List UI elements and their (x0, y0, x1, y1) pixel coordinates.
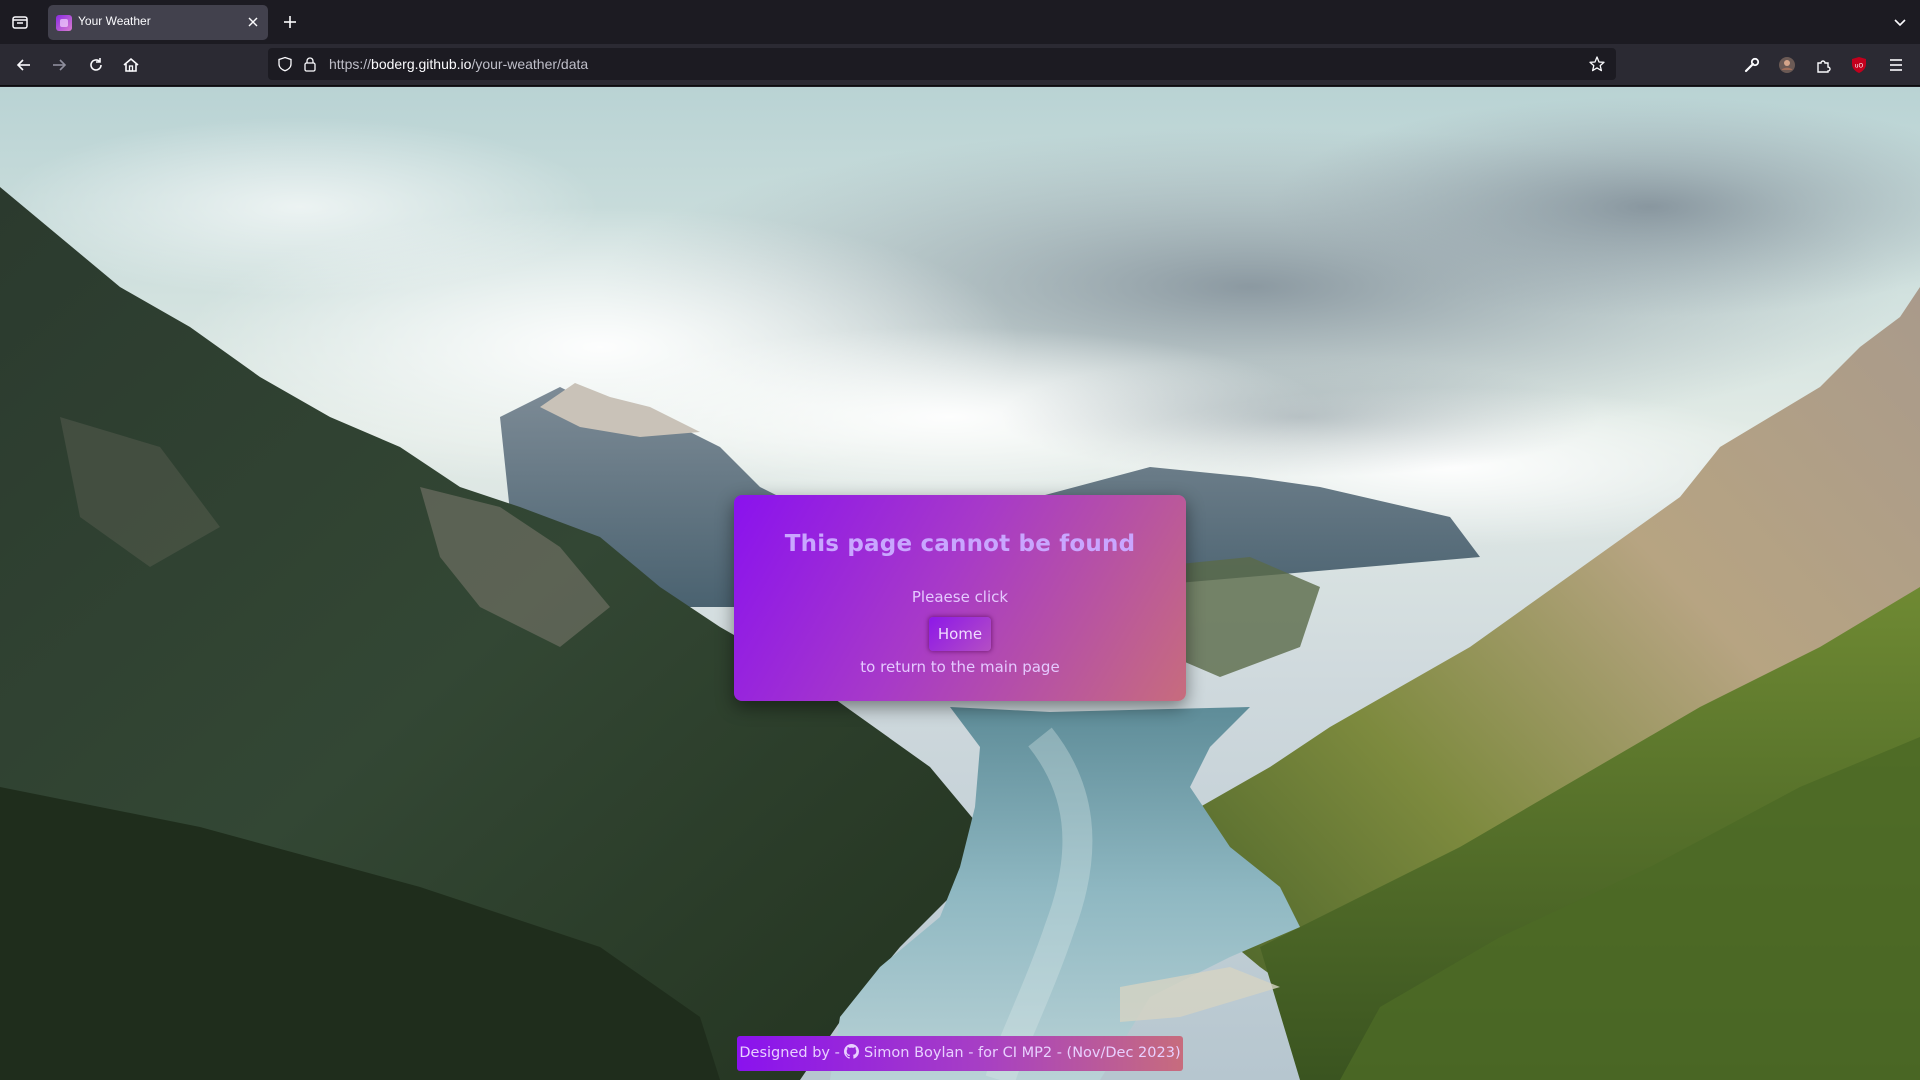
plus-icon[interactable] (280, 12, 300, 32)
home-button[interactable]: Home (929, 617, 991, 651)
not-found-card: This page cannot be found Pleaese click … (734, 495, 1186, 701)
browser-navigation-bar: https://boderg.github.io/your-weather/da… (0, 44, 1920, 86)
browser-tab-bar: Your Weather (0, 0, 1920, 44)
reload-icon[interactable] (86, 55, 106, 75)
instruction-text: Pleaese click (911, 588, 1009, 606)
close-icon[interactable] (244, 13, 262, 31)
svg-text:uO: uO (1855, 63, 1864, 70)
lock-icon[interactable] (302, 56, 318, 72)
shield-icon[interactable] (277, 56, 293, 72)
url-path: /your-weather/data (471, 56, 589, 72)
wrench-icon[interactable] (1742, 55, 1762, 75)
return-text: to return to the main page (860, 658, 1060, 676)
footer-prefix: Designed by - (739, 1045, 845, 1061)
footer-suffix: - for CI MP2 - (Nov/Dec 2023) (963, 1045, 1181, 1061)
home-icon[interactable] (121, 55, 141, 75)
back-arrow-icon[interactable] (14, 55, 34, 75)
url-domain: boderg.github.io (371, 56, 472, 72)
address-bar[interactable]: https://boderg.github.io/your-weather/da… (268, 48, 1616, 80)
author-github-link[interactable]: Simon Boylan (844, 1044, 964, 1061)
ublock-icon[interactable]: uO (1849, 55, 1869, 75)
chevron-down-icon[interactable] (1890, 12, 1910, 32)
star-icon[interactable] (1588, 55, 1606, 73)
page-title: This page cannot be found (784, 531, 1136, 557)
author-name: Simon Boylan (864, 1045, 964, 1061)
url-text[interactable]: https://boderg.github.io/your-weather/da… (329, 56, 588, 72)
hamburger-menu-icon[interactable] (1886, 55, 1906, 75)
tab-title: Your Weather (78, 14, 151, 28)
footer-credit: Designed by - Simon Boylan - for CI MP2 … (737, 1036, 1183, 1071)
page-viewport: This page cannot be found Pleaese click … (0, 87, 1920, 1080)
url-prefix: https:// (329, 56, 372, 72)
browser-tab-active[interactable]: Your Weather (48, 5, 268, 40)
github-icon (844, 1044, 860, 1059)
site-favicon-icon (56, 15, 72, 31)
puzzle-icon[interactable] (1814, 55, 1834, 75)
forward-arrow-icon[interactable] (49, 55, 69, 75)
avatar-icon[interactable] (1777, 55, 1797, 75)
tab-list-icon[interactable] (10, 12, 30, 32)
